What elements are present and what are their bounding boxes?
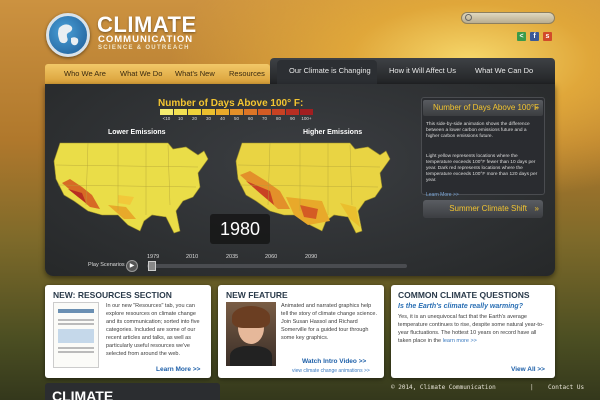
legend-swatch	[300, 109, 313, 115]
view-animations-link[interactable]: view climate change animations >>	[292, 368, 370, 374]
legend-label: 100+	[301, 116, 312, 121]
card-feature-title: NEW FEATURE	[226, 290, 288, 300]
legend-swatch	[202, 109, 215, 115]
view-all-link[interactable]: View All >>	[511, 366, 545, 373]
info-paragraph-2: Light yellow represents locations where …	[426, 154, 538, 183]
timeline-handle[interactable]	[148, 261, 156, 271]
logo-subtitle: COMMUNICATION	[98, 34, 194, 45]
search-icon	[465, 14, 472, 21]
watch-intro-video-link[interactable]: Watch Intro Video >>	[302, 358, 366, 365]
card-resources-text: In our new "Resources" tab, you can expl…	[106, 303, 200, 357]
map-lower-emissions	[53, 142, 209, 234]
timeline-year-1979: 1979	[147, 254, 160, 260]
resources-thumbnail[interactable]	[53, 302, 99, 368]
stumbleupon-icon[interactable]: s	[543, 32, 552, 41]
nav-whats-new[interactable]: What's New	[175, 64, 215, 84]
legend-label: <10	[162, 116, 171, 121]
legend-swatch	[174, 109, 187, 115]
footer-contact-link[interactable]: Contact Us	[548, 384, 584, 391]
legend-label: 50	[233, 116, 239, 121]
card-resources-learn-more[interactable]: Learn More >>	[156, 366, 200, 373]
legend-label: 10	[177, 116, 183, 121]
nav-what-we-do[interactable]: What We Do	[120, 64, 162, 84]
legend-swatch	[258, 109, 271, 115]
play-icon[interactable]: ▶	[126, 260, 138, 272]
legend-swatch	[244, 109, 257, 115]
legend-label: 40	[219, 116, 225, 121]
timeline-year-2035: 2035	[226, 254, 239, 260]
share-icon[interactable]: <	[517, 32, 526, 41]
legend-swatch	[286, 109, 299, 115]
legend-label: 30	[205, 116, 211, 121]
legend-swatch	[272, 109, 285, 115]
tab-how-it-will-affect-us[interactable]: How it Will Affect Us	[389, 64, 456, 78]
legend-swatch	[216, 109, 229, 115]
legend-label: 70	[261, 116, 267, 121]
year-display: 1980	[210, 214, 270, 244]
legend-swatch	[230, 109, 243, 115]
card-resources-title: NEW: RESOURCES SECTION	[53, 290, 172, 300]
legend-label: 20	[191, 116, 197, 121]
chevron-down-icon: »	[534, 103, 539, 112]
info-learn-more-link[interactable]: Learn More >>	[426, 192, 459, 198]
card-questions-title: COMMON CLIMATE QUESTIONS	[398, 290, 530, 300]
search-input[interactable]	[461, 12, 555, 24]
nav-resources[interactable]: Resources	[229, 64, 265, 84]
presenter-photo[interactable]	[226, 302, 276, 366]
footer-logo[interactable]: CLIMATE	[52, 388, 113, 400]
visualization-title: Number of Days Above 100° F:	[158, 98, 304, 109]
footer-copyright: © 2014, Climate Communication	[391, 384, 496, 391]
summer-climate-shift-tab[interactable]: Summer Climate Shift»	[423, 200, 543, 218]
chevron-up-icon: »	[534, 204, 539, 213]
nav-who-we-are[interactable]: Who We Are	[64, 64, 106, 84]
facebook-icon[interactable]: f	[530, 32, 539, 41]
question-learn-more[interactable]: learn more >>	[443, 338, 477, 344]
tab-our-climate-is-changing[interactable]: Our Climate is Changing	[289, 64, 371, 78]
info-paragraph-1: This side-by-side animation shows the di…	[426, 122, 530, 139]
legend-label: 60	[247, 116, 253, 121]
legend-label: 80	[275, 116, 281, 121]
logo-globe-icon[interactable]	[46, 13, 90, 57]
legend-swatch	[160, 109, 173, 115]
info-header[interactable]: Number of Days Above 100°F»	[423, 100, 543, 116]
logo-title[interactable]: CLIMATE	[97, 14, 197, 36]
tab-what-we-can-do[interactable]: What We Can Do	[475, 64, 533, 78]
timeline-slider[interactable]	[147, 264, 407, 268]
logo-tagline: SCIENCE & OUTREACH	[98, 45, 190, 51]
timeline-year-2010: 2010	[186, 254, 199, 260]
legend-label: 90	[289, 116, 295, 121]
legend-swatch	[188, 109, 201, 115]
timeline-year-2090: 2090	[305, 254, 318, 260]
featured-question[interactable]: Is the Earth's climate really warming?	[398, 303, 523, 310]
footer-separator: |	[530, 384, 534, 391]
card-questions-text: Yes, it is an unequivocal fact that the …	[398, 314, 544, 344]
card-feature-text: Animated and narrated graphics help tell…	[281, 303, 377, 341]
play-scenarios-label: Play Scenarios	[88, 262, 125, 268]
timeline-year-2060: 2060	[265, 254, 278, 260]
